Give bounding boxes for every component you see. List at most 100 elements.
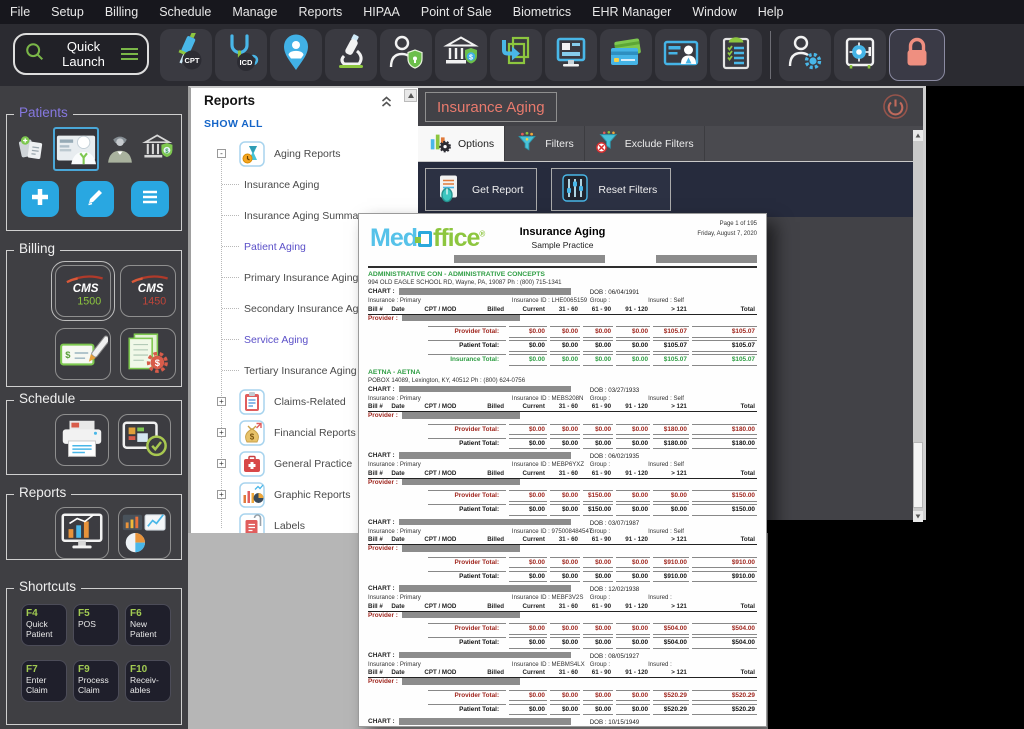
lab-microscope-button[interactable] (325, 29, 377, 81)
menu-item-file[interactable]: File (10, 5, 30, 19)
total-value: $0.00 (583, 556, 614, 568)
credit-card-payments-icon (606, 33, 646, 78)
report-column-headers: Bill # Date CPT / MOD Billed Current 31 - 60 6… (368, 306, 757, 315)
report-patient-total-row: Patient Total: $0.00 $0.00 $150.00 $0.00 $0.0… (368, 504, 757, 516)
shortcuts-group-label: Shortcuts (14, 579, 82, 594)
tree-item-aging-reports[interactable]: - Aging Reports (191, 138, 418, 169)
get-report-button[interactable]: Get Report (425, 168, 538, 211)
patient-locator-button[interactable] (270, 29, 322, 81)
patient-person-icon[interactable] (103, 129, 137, 169)
shortcut-f6[interactable]: F6 New Patient (125, 604, 171, 646)
workstation-button[interactable] (545, 29, 597, 81)
icd-codes-button[interactable]: ICD (215, 29, 267, 81)
patient-id-card-icon-selected[interactable] (53, 127, 99, 171)
vault-button[interactable] (834, 29, 886, 81)
shortcut-f4[interactable]: F4 Quick Patient (21, 604, 67, 646)
tree-scroll-up-button[interactable] (404, 89, 417, 102)
menu-item-ehr-manager[interactable]: EHR Manager (592, 5, 671, 19)
collapse-all-icon[interactable] (381, 95, 392, 113)
menu-item-setup[interactable]: Setup (51, 5, 84, 19)
task-list-button[interactable] (710, 29, 762, 81)
scroll-down-arrow[interactable] (913, 511, 923, 522)
graphic-reports-button[interactable] (117, 507, 171, 559)
report-header: Page 1 of 195 Friday, August 7, 2020 Med… (368, 219, 757, 268)
shortcut-f9[interactable]: F9 Process Claim (73, 660, 119, 702)
cms-1450-button[interactable]: CMS 1450 (120, 265, 176, 317)
column-header: CPT / MOD (424, 403, 457, 410)
tree-expander-icon[interactable]: + (217, 397, 226, 406)
report-preview-window[interactable]: Page 1 of 195 Friday, August 7, 2020 Med… (358, 213, 767, 727)
total-value: $0.00 (509, 689, 547, 701)
provider-label: Provider : (368, 478, 398, 486)
report-patient-total-row: Patient Total: $0.00 $0.00 $0.00 $0.00 $105.0… (368, 340, 757, 352)
patient-documents-icon[interactable] (15, 129, 49, 169)
total-value: $0.00 (509, 637, 547, 649)
tree-item-insurance-aging[interactable]: Insurance Aging (191, 169, 418, 200)
insurance-type: Insurance : Primary (368, 461, 421, 468)
insurance-id: Insurance ID : MEBF3V2S (511, 594, 584, 601)
menu-item-schedule[interactable]: Schedule (159, 5, 211, 19)
cms-1500-button[interactable]: CMS 1500 (51, 261, 115, 321)
shortcut-f7[interactable]: F7 Enter Claim (21, 660, 67, 702)
total-label: Provider Total: (428, 556, 507, 569)
menu-item-point-of-sale[interactable]: Point of Sale (421, 5, 492, 19)
credit-card-payments-button[interactable] (600, 29, 652, 81)
total-value: $0.00 (583, 340, 614, 352)
tab-exclude-filters[interactable]: Exclude Filters (585, 126, 705, 161)
print-schedule-button[interactable] (55, 414, 109, 466)
menu-item-window[interactable]: Window (692, 5, 736, 19)
claims-related-icon (239, 388, 265, 415)
tab-filters[interactable]: Filters (505, 126, 585, 161)
lock-button[interactable] (889, 29, 945, 81)
menu-item-reports[interactable]: Reports (299, 5, 343, 19)
task-list-icon (716, 33, 756, 78)
edit-patient-button[interactable] (76, 181, 114, 217)
total-value: $0.00 (583, 326, 614, 338)
tree-expander-icon[interactable]: + (217, 428, 226, 437)
menu-item-billing[interactable]: Billing (105, 5, 138, 19)
cpt-codes-button[interactable]: CPT (160, 29, 212, 81)
user-settings-button[interactable] (779, 29, 831, 81)
print-check-button[interactable]: $ (55, 328, 111, 380)
total-value: $520.29 (653, 689, 689, 701)
search-icon (24, 41, 46, 68)
auto-billing-button[interactable]: $ (120, 328, 176, 380)
scroll-thumb[interactable] (913, 442, 923, 508)
patient-banking-icon[interactable]: $ (141, 129, 175, 169)
tab-options[interactable]: Options (418, 126, 506, 161)
patient-security-button[interactable] (380, 29, 432, 81)
report-provider-row: Provider : (368, 612, 757, 621)
menu-item-hipaa[interactable]: HIPAA (363, 5, 400, 19)
show-all-link[interactable]: SHOW ALL (204, 118, 263, 130)
add-patient-button[interactable] (21, 181, 59, 217)
menu-item-manage[interactable]: Manage (232, 5, 277, 19)
tree-expander-icon[interactable]: - (217, 149, 226, 158)
column-header: > 121 (671, 536, 687, 543)
column-header: Current (522, 536, 545, 543)
column-header: CPT / MOD (424, 669, 457, 676)
tree-expander-icon[interactable]: + (217, 490, 226, 499)
bank-deposits-button[interactable]: $ (435, 29, 487, 81)
quick-launch-toolbar: Quick Launch CPT ICD $ (0, 24, 1024, 86)
appointments-button[interactable] (117, 414, 171, 466)
total-label: Provider Total: (428, 423, 507, 436)
scroll-up-arrow[interactable] (913, 130, 923, 141)
employee-badge-button[interactable] (655, 29, 707, 81)
import-export-icon (496, 33, 536, 78)
column-header: 31 - 60 (558, 602, 578, 610)
patient-list-button[interactable] (131, 181, 169, 217)
column-header: 91 - 120 (625, 536, 648, 543)
panel-scrollbar[interactable] (913, 130, 923, 522)
shortcut-f10[interactable]: F10 Receiv- ables (125, 660, 171, 702)
power-close-button[interactable] (882, 93, 909, 120)
screen-reports-button[interactable] (55, 507, 109, 559)
reset-filters-button[interactable]: Reset Filters (551, 168, 672, 211)
shortcut-f5[interactable]: F5 POS (73, 604, 119, 646)
redacted-value (398, 288, 571, 295)
total-value: $0.00 (616, 354, 651, 366)
quick-launch-button[interactable]: Quick Launch (13, 33, 149, 75)
menu-item-biometrics[interactable]: Biometrics (513, 5, 571, 19)
import-export-button[interactable] (490, 29, 542, 81)
menu-item-help[interactable]: Help (758, 5, 784, 19)
tree-expander-icon[interactable]: + (217, 459, 226, 468)
